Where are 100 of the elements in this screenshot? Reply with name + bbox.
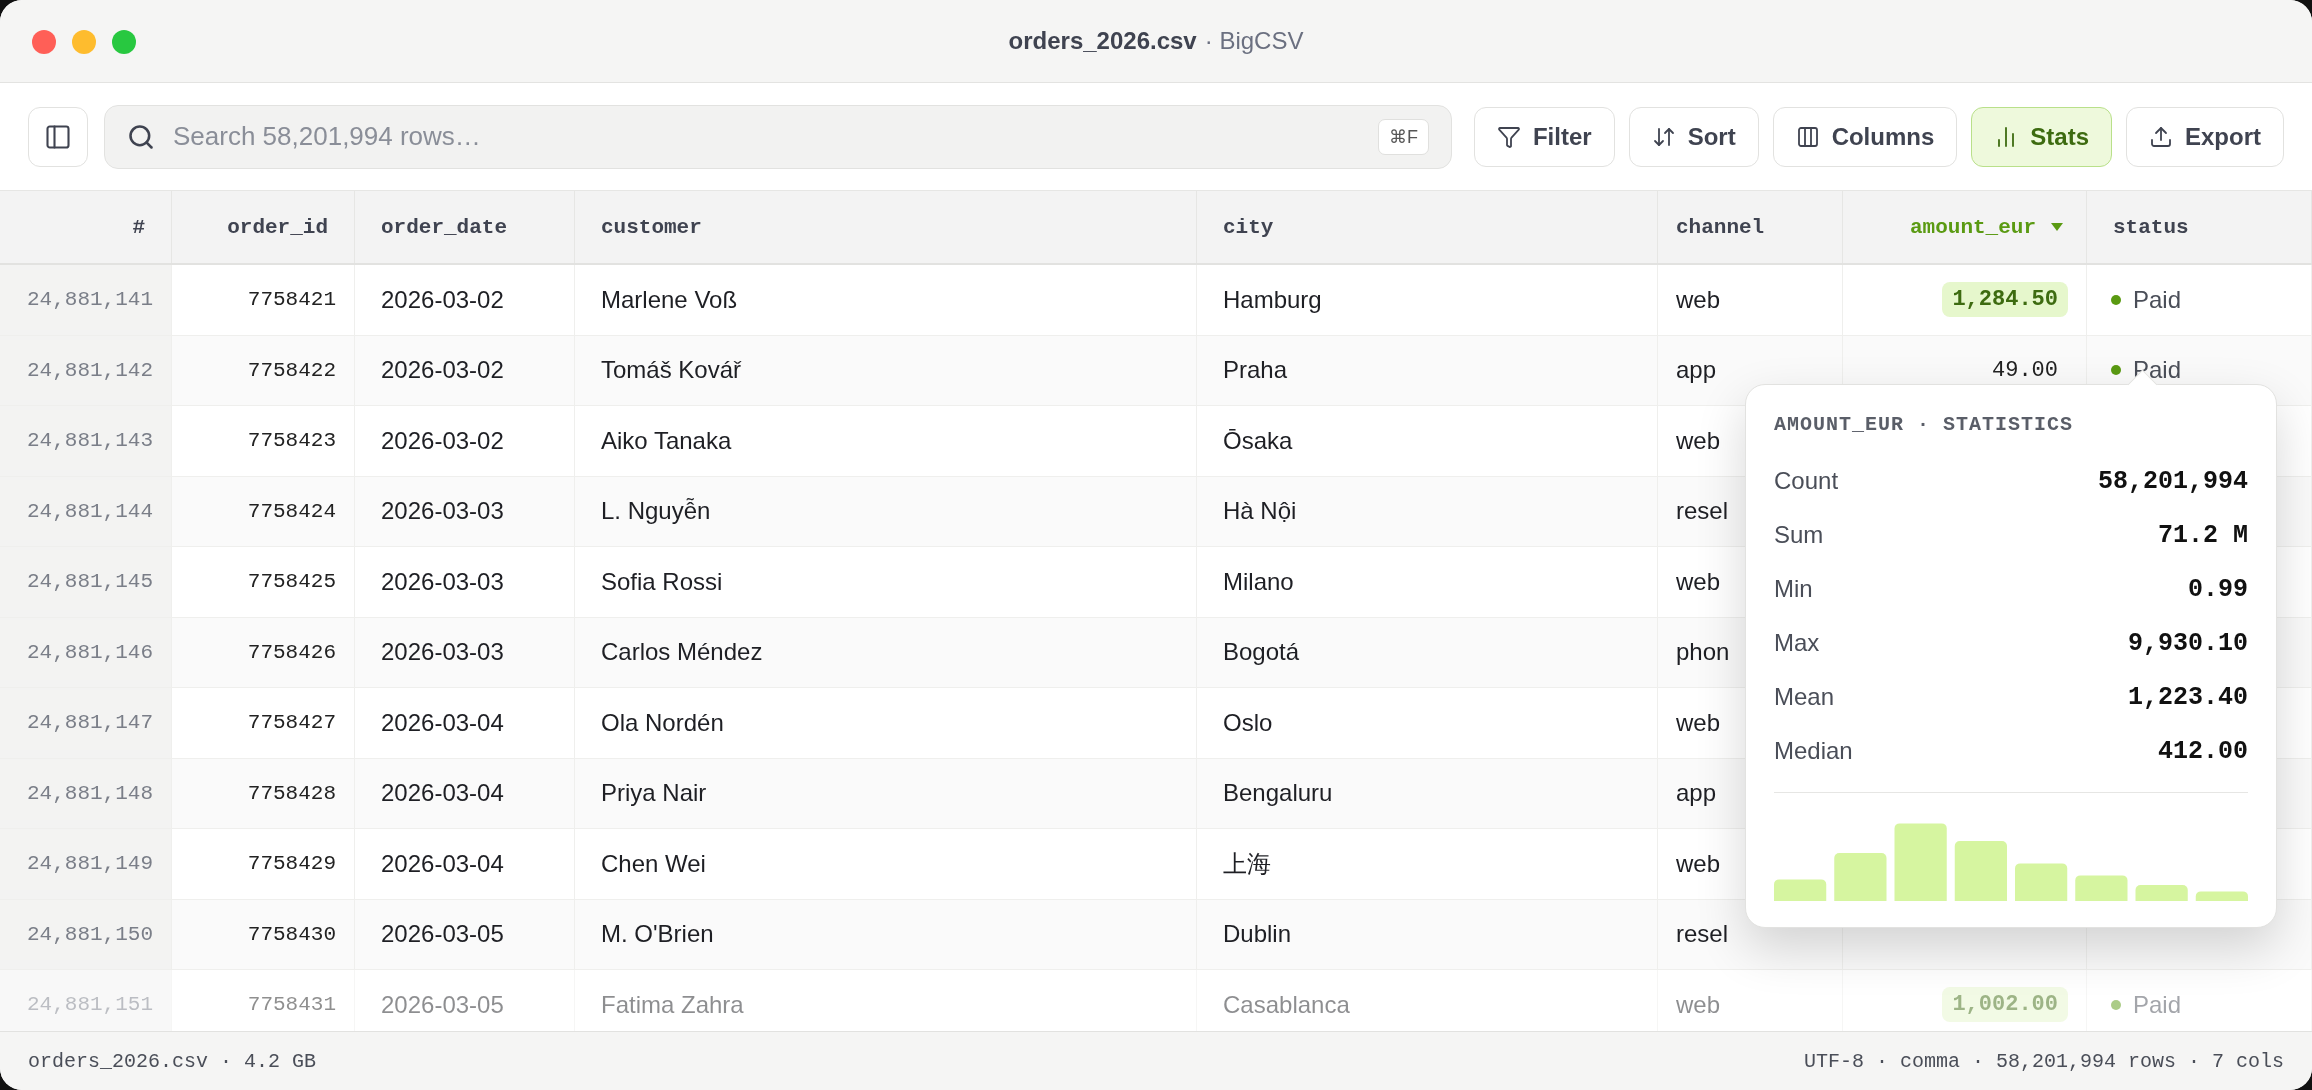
status-dot-icon: [2111, 365, 2121, 376]
table-cell: web: [1676, 849, 1721, 878]
toolbar-button[interactable]: Columns: [1772, 106, 1958, 167]
column-header[interactable]: order_id: [172, 191, 355, 263]
table-cell: web: [1676, 567, 1721, 596]
table-cell: 2026-03-03: [381, 497, 504, 526]
amount-value: 49.00: [1991, 356, 2059, 385]
sort-caret-icon: [2050, 222, 2064, 232]
table-cell: Marlene Voß: [601, 285, 738, 314]
minimize-icon[interactable]: [72, 30, 96, 54]
column-header[interactable]: channel: [1658, 191, 1843, 263]
histogram-bar: [2195, 891, 2248, 901]
stat-label: Max: [1774, 629, 1820, 657]
row-number: 24,881,150: [26, 922, 153, 946]
histogram-bar: [1774, 879, 1827, 901]
status-dot-icon: [2111, 294, 2121, 305]
table-cell: 7758424: [247, 499, 336, 523]
table-cell: 7758425: [247, 570, 336, 594]
table-cell: Chen Wei: [601, 849, 706, 878]
status-text: Paid: [2133, 356, 2182, 385]
stat-label: Min: [1774, 575, 1813, 603]
search-icon: [127, 122, 155, 151]
table-cell: 7758428: [247, 781, 336, 805]
table-cell: 2026-03-05: [381, 990, 504, 1019]
table-cell: Aiko Tanaka: [601, 426, 732, 455]
table-cell: 2026-03-03: [381, 638, 504, 667]
stat-label: Median: [1774, 737, 1853, 765]
status-text: Paid: [2133, 285, 2182, 314]
table-cell: 2026-03-02: [381, 426, 504, 455]
table-cell: web: [1676, 990, 1721, 1019]
table-cell: Oslo: [1223, 708, 1273, 737]
column-header[interactable]: status: [2087, 191, 2312, 263]
table-cell: 2026-03-03: [381, 567, 504, 596]
toolbar-button[interactable]: Sort: [1628, 106, 1759, 167]
table-cell: L. Nguyễn: [601, 497, 711, 526]
table-cell: 2026-03-02: [381, 356, 504, 385]
table-cell: Dublin: [1223, 920, 1292, 949]
table-cell: web: [1676, 285, 1721, 314]
stat-value: 58,201,994: [2097, 466, 2248, 496]
table-cell-text: 上海: [1223, 848, 1271, 879]
row-number: 24,881,144: [26, 499, 153, 523]
toolbar-button[interactable]: Export: [2126, 106, 2284, 167]
histogram-bar: [2075, 875, 2128, 901]
column-header[interactable]: city: [1197, 191, 1658, 263]
row-number: 24,881,147: [26, 711, 153, 735]
search-field[interactable]: Search 58,201,994 rows… ⌘F: [104, 104, 1452, 169]
toolbar-icon: [2149, 124, 2173, 149]
table-cell: Ōsaka: [1223, 426, 1293, 455]
status-dot-icon: [2111, 999, 2121, 1010]
table-cell: 7758430: [247, 922, 336, 946]
column-header[interactable]: order_date: [355, 191, 575, 263]
table-cell: Hamburg: [1223, 285, 1322, 314]
close-icon[interactable]: [32, 30, 56, 54]
column-header[interactable]: #: [0, 191, 172, 263]
status-text: Paid: [2133, 990, 2182, 1019]
table-cell: 7758426: [247, 640, 336, 664]
stat-label: Count: [1774, 467, 1839, 495]
column-header[interactable]: customer: [575, 191, 1197, 263]
maximize-icon[interactable]: [112, 30, 136, 54]
row-number: 24,881,146: [26, 640, 153, 664]
row-number: 24,881,151: [26, 993, 153, 1017]
table-cell: resel: [1676, 920, 1729, 949]
table-cell: M. O'Brien: [601, 920, 714, 949]
histogram-bar: [1834, 853, 1887, 901]
stat-value: 71.2 M: [2158, 520, 2248, 550]
table-cell: app: [1676, 779, 1717, 808]
amount-value: 1,284.50: [1942, 282, 2068, 318]
stat-value: 412.00: [2158, 736, 2248, 766]
stat-value: 9,930.10: [2127, 628, 2248, 658]
table-cell: 7758423: [247, 429, 336, 453]
table-cell: web: [1676, 708, 1721, 737]
row-number: 24,881,143: [26, 429, 153, 453]
shortcut-key: ⌘F: [1377, 118, 1429, 155]
file-info: orders_2026.csv · 4.2 GB: [28, 1049, 317, 1073]
row-number: 24,881,148: [26, 781, 153, 805]
amount-value: 1,002.00: [1942, 987, 2068, 1023]
stat-label: Mean: [1774, 683, 1835, 711]
table-cell: Bengaluru: [1223, 779, 1333, 808]
table-cell: resel: [1676, 497, 1729, 526]
table-cell: 2026-03-04: [381, 849, 504, 878]
table-cell: Tomáš Kovář: [601, 356, 742, 385]
table-cell: web: [1676, 426, 1721, 455]
table-cell: Praha: [1223, 356, 1288, 385]
table-cell: Fatima Zahra: [601, 990, 744, 1019]
table-cell: app: [1676, 356, 1717, 385]
popover-title: AMOUNT_EUR · STATISTICS: [1774, 413, 2075, 436]
search-input[interactable]: Search 58,201,994 rows…: [171, 105, 1362, 168]
table-cell: Casablanca: [1223, 990, 1350, 1019]
table-cell: 2026-03-02: [381, 285, 504, 314]
histogram-bar: [2135, 885, 2188, 901]
sidebar-toggle-button[interactable]: [28, 106, 88, 167]
row-number: 24,881,145: [26, 570, 153, 594]
toolbar-icon: [1496, 124, 1521, 149]
app-name: · BigCSV: [1204, 27, 1304, 55]
stat-value: 0.99: [2188, 574, 2248, 604]
file-stats: UTF-8 · comma · 58,201,994 rows · 7 cols: [1803, 1049, 2284, 1073]
row-number: 24,881,141: [26, 288, 153, 312]
toolbar-button[interactable]: Stats: [1971, 106, 2112, 167]
table-cell: Ola Nordén: [601, 708, 724, 737]
toolbar-button[interactable]: Filter: [1473, 106, 1615, 167]
